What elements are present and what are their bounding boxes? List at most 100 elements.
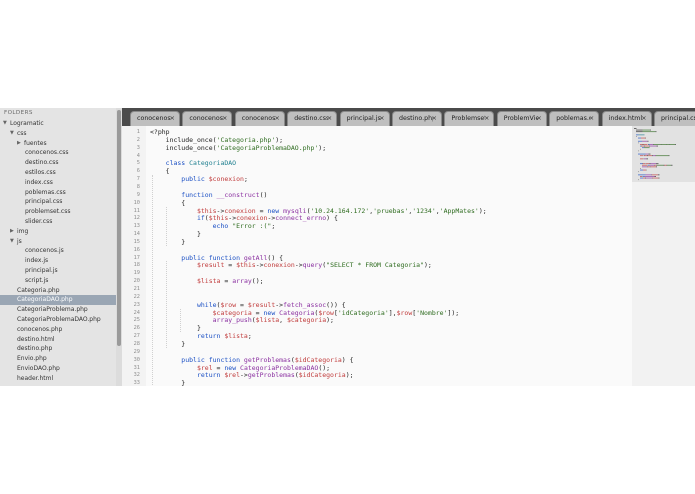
code-line[interactable]: $lista = array(); — [150, 277, 264, 285]
minimap-token — [646, 163, 650, 165]
code-line[interactable]: include_once('Categoria.php'); — [150, 136, 283, 144]
chevron-right-icon[interactable]: ▶ — [17, 139, 21, 149]
code-line[interactable]: public function getAll() { — [150, 254, 283, 262]
code-line[interactable]: $result = $this->conexion->query("SELECT… — [150, 261, 432, 269]
close-icon[interactable]: × — [222, 114, 227, 122]
tab[interactable]: poblemas.css× — [549, 111, 600, 126]
file-item[interactable]: conocenos.php — [0, 325, 116, 335]
code-token: ()) { — [326, 300, 346, 309]
code-line[interactable]: echo "Error :("; — [150, 222, 276, 230]
file-item[interactable]: principal.css — [0, 197, 116, 207]
file-item[interactable]: CategoriaDAO.php — [0, 295, 116, 306]
file-item[interactable]: CategoriaProblemaDAO.php — [0, 315, 116, 325]
code-token: -> — [240, 371, 248, 380]
minimap-token — [655, 155, 656, 157]
file-item[interactable]: estilos.css — [0, 168, 116, 178]
tab[interactable]: destino.css × — [287, 111, 338, 126]
file-item[interactable]: problemset.css — [0, 207, 116, 217]
close-icon[interactable]: × — [536, 114, 541, 122]
tree-item-label: index.css — [25, 178, 53, 186]
file-item[interactable]: index.css — [0, 178, 116, 188]
tab[interactable]: conocenos.js× — [234, 111, 285, 126]
code-line[interactable]: $rel = new CategoriaProblemaDAO(); — [150, 364, 330, 372]
code-line[interactable]: include_once('CategoriaProblemaDAO.php')… — [150, 144, 326, 152]
file-item[interactable]: destino.css — [0, 158, 116, 168]
code-line[interactable]: { — [150, 167, 170, 175]
file-item[interactable]: Categoria.php — [0, 286, 116, 296]
file-item[interactable]: conocenos.js — [0, 246, 116, 256]
close-icon[interactable]: × — [484, 114, 489, 122]
folder-item[interactable]: ▶ img — [0, 227, 116, 237]
code-line[interactable]: } — [150, 230, 201, 238]
tab[interactable]: principal.js × — [339, 111, 390, 126]
file-item[interactable]: destino.html — [0, 335, 116, 345]
minimap-token — [670, 144, 675, 145]
code-line[interactable]: while($row = $result->fetch_assoc()) { — [150, 301, 346, 309]
close-icon[interactable]: × — [327, 114, 332, 122]
chevron-down-icon[interactable]: ▼ — [10, 129, 14, 139]
code-line[interactable]: <?php — [150, 128, 170, 136]
minimap-token — [648, 144, 649, 145]
file-item[interactable]: index.js — [0, 256, 116, 266]
file-item[interactable]: destino.php — [0, 344, 116, 354]
code-line[interactable]: function __construct() — [150, 191, 267, 199]
file-item[interactable]: CategoriaProblema.php — [0, 305, 116, 315]
minimap-token — [636, 136, 637, 137]
close-icon[interactable]: × — [274, 114, 279, 122]
file-item[interactable]: poblemas.css — [0, 188, 116, 198]
code-line[interactable]: } — [150, 238, 185, 246]
file-item[interactable]: principal.js — [0, 266, 116, 276]
minimap-token — [640, 163, 643, 165]
folder-item[interactable]: ▼ css — [0, 129, 116, 139]
code-line[interactable]: return $rel->getProblemas($idCategoria); — [150, 371, 354, 379]
minimap-token — [640, 169, 643, 171]
code-line[interactable]: $categoria = new Categoria($row['idCateg… — [150, 309, 460, 317]
close-icon[interactable]: × — [379, 114, 384, 122]
minimap[interactable] — [632, 126, 695, 386]
code-line[interactable]: if($this->conexion->connect_errno) { — [150, 214, 338, 222]
minimap-token — [648, 155, 652, 157]
code-line[interactable]: public function getProblemas($idCategori… — [150, 356, 353, 364]
tab[interactable]: Problemset.p× — [444, 111, 495, 126]
code-line[interactable]: } — [150, 379, 185, 386]
code-line[interactable]: } — [150, 340, 185, 348]
chevron-down-icon[interactable]: ▼ — [3, 119, 7, 129]
folders-title: FOLDERS — [4, 110, 33, 116]
close-icon[interactable]: × — [170, 114, 175, 122]
chevron-down-icon[interactable]: ▼ — [10, 237, 14, 247]
line-number: 7 — [136, 176, 140, 183]
scroll-thumb[interactable] — [117, 110, 121, 346]
file-item[interactable]: script.js — [0, 276, 116, 286]
code-line[interactable]: $this->conexion = new mysqli('10.24.164.… — [150, 207, 487, 215]
folder-item[interactable]: ▶ fuentes — [0, 139, 116, 149]
minimap-token — [657, 164, 664, 166]
file-item[interactable]: conocenos.css — [0, 148, 116, 158]
folder-item[interactable]: ▼ Logramatic — [0, 119, 116, 129]
file-item[interactable]: EnvioDAO.php — [0, 364, 116, 374]
file-item[interactable]: header.html — [0, 374, 116, 384]
tree-item-label: script.js — [25, 276, 49, 284]
code-line[interactable]: { — [150, 199, 185, 207]
code-line[interactable]: class CategoriaDAO — [150, 159, 236, 167]
line-number: 8 — [136, 183, 140, 190]
code-line[interactable]: array_push($lista, $categoria); — [150, 316, 334, 324]
code-token: ); — [275, 135, 284, 144]
folder-item[interactable]: ▼ js — [0, 237, 116, 247]
tab[interactable]: index.html × — [601, 111, 652, 126]
chevron-right-icon[interactable]: ▶ — [10, 227, 14, 237]
close-icon[interactable]: × — [432, 114, 437, 122]
close-icon[interactable]: × — [641, 114, 646, 122]
code-line[interactable]: public $conexion; — [150, 175, 248, 183]
file-item[interactable]: slider.css — [0, 217, 116, 227]
tab[interactable]: conocenos.c× — [182, 111, 233, 126]
tab[interactable]: principal.css× — [654, 111, 695, 126]
tree-item-label: poblemas.css — [25, 188, 66, 196]
code-line[interactable]: } — [150, 324, 201, 332]
tab[interactable]: conocenos.p× — [130, 111, 180, 126]
tab[interactable]: destino.php × — [392, 111, 442, 126]
code-editor[interactable]: 1 2 3 4 5 6 7 8 9 10 11 12 13 14 15 16 17 18 19 20 21 22 23 24 2… — [122, 126, 632, 386]
close-icon[interactable]: × — [589, 114, 594, 122]
tab[interactable]: ProblemView× — [496, 111, 547, 126]
file-item[interactable]: Envio.php — [0, 354, 116, 364]
minimap-token — [646, 177, 652, 179]
